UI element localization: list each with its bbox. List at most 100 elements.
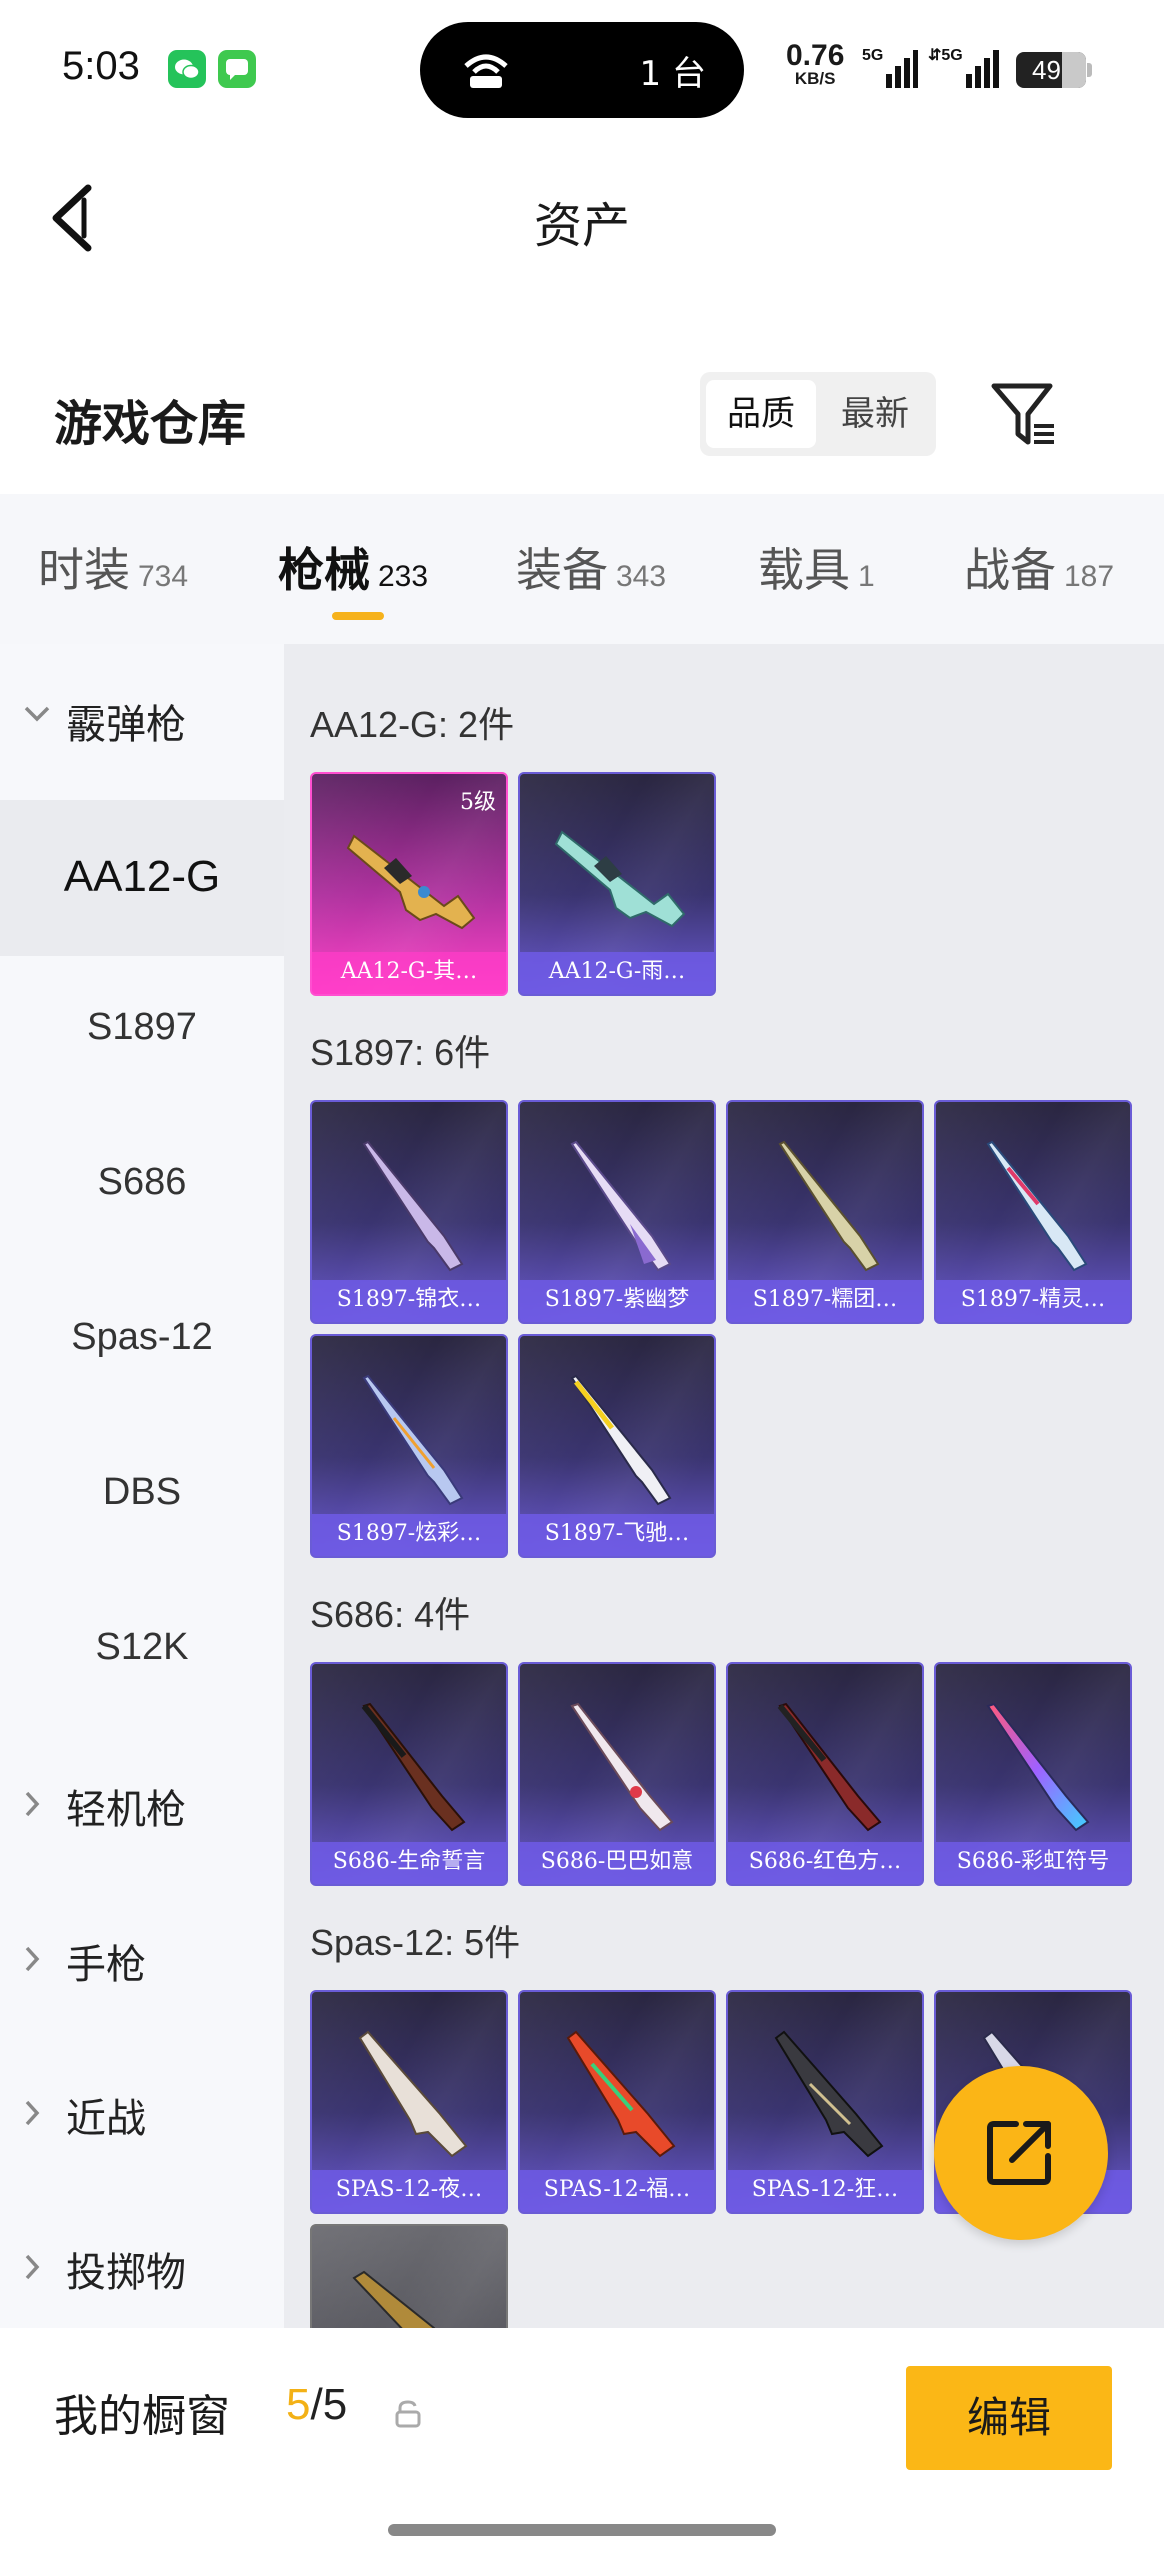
share-export-icon xyxy=(987,2121,1051,2185)
weapon-card[interactable]: SPAS-12-夜… xyxy=(310,1990,508,2214)
weapon-card[interactable]: S1897-紫幽梦 xyxy=(518,1100,716,1324)
chevron-right-icon xyxy=(25,1946,40,1972)
weapon-card[interactable]: SPAS-12-福… xyxy=(518,1990,716,2214)
tab-label: 装备 xyxy=(516,543,608,597)
shotgun-icon xyxy=(362,1140,464,1272)
shotgun-icon xyxy=(986,1140,1088,1272)
sidebar-group-label: 轻机枪 xyxy=(66,1787,186,1833)
sidebar-group-pistol[interactable]: 手枪 xyxy=(0,1884,284,2040)
shotgun-icon xyxy=(566,2030,676,2158)
tab-count: 1 xyxy=(858,560,875,593)
sidebar-group-label: 手枪 xyxy=(66,1942,146,1988)
weapon-card[interactable]: SPAS-12-狂… xyxy=(726,1990,924,2214)
signal-5g-icon-2: ⇵5G xyxy=(928,47,999,88)
page-title: 资产 xyxy=(533,198,630,254)
sidebar-group-throwables[interactable]: 投掷物 xyxy=(0,2192,284,2348)
section-title: Spas-12: 5件 xyxy=(310,1922,521,1963)
edit-button[interactable]: 编辑 xyxy=(906,2366,1112,2470)
battery-icon: 49 xyxy=(1016,52,1086,88)
showcase-current: 5 xyxy=(286,2380,311,2429)
shotgun-icon xyxy=(362,1374,464,1506)
sort-toggle: 品质 最新 xyxy=(700,372,936,456)
weapon-name: S686-生命誓言 xyxy=(312,1842,506,1884)
shotgun-icon xyxy=(777,1702,882,1832)
tab-label: 战备 xyxy=(964,543,1056,597)
sort-newest-button[interactable]: 最新 xyxy=(820,380,930,448)
sidebar-item-s12k[interactable]: S12K xyxy=(0,1574,284,1730)
weapon-name: AA12-G-其… xyxy=(312,952,506,994)
weapon-card[interactable]: S686-生命誓言 xyxy=(310,1662,508,1886)
tab-weapons[interactable]: 枪械 233 xyxy=(278,534,428,600)
weapon-name: S1897-紫幽梦 xyxy=(520,1280,714,1322)
sidebar-item-dbs[interactable]: DBS xyxy=(0,1419,284,1575)
weapon-card[interactable]: S1897-精灵… xyxy=(934,1100,1132,1324)
weapon-name: SPAS-12-夜… xyxy=(312,2170,506,2212)
weapon-name: S686-巴巴如意 xyxy=(520,1842,714,1884)
showcase-bar: 我的橱窗 5/5 编辑 xyxy=(0,2328,1164,2560)
sidebar-group-shotgun[interactable]: 霰弹枪 xyxy=(0,644,284,800)
home-indicator[interactable] xyxy=(388,2524,776,2536)
sidebar-item-label: S12K xyxy=(95,1626,189,1668)
sidebar-item-s1897[interactable]: S1897 xyxy=(0,954,284,1110)
status-bar: 5:03 1 台 0.76 KB/S 5G ⇵5G 49 xyxy=(0,0,1164,140)
chevron-right-icon xyxy=(25,2254,40,2280)
section-title: S1897: 6件 xyxy=(310,1032,491,1073)
weapon-card[interactable]: S686-彩虹符号 xyxy=(934,1662,1132,1886)
network-speed: 0.76 KB/S xyxy=(786,41,844,88)
tab-equipment[interactable]: 装备 343 xyxy=(516,534,666,600)
sidebar-group-lmg[interactable]: 轻机枪 xyxy=(0,1729,284,1885)
sidebar-item-label: Spas-12 xyxy=(71,1316,213,1358)
weapon-card[interactable]: AA12-G-雨… xyxy=(518,772,716,996)
weapon-card[interactable]: 5级 AA12-G-其… xyxy=(310,772,508,996)
battery-level: 49 xyxy=(1032,55,1061,85)
sidebar-item-aa12g[interactable]: AA12-G xyxy=(0,800,284,956)
warehouse-title: 游戏仓库 xyxy=(54,396,247,452)
share-button[interactable] xyxy=(934,2066,1108,2240)
filter-button[interactable] xyxy=(990,380,1060,450)
chevron-down-icon xyxy=(24,706,50,722)
lock-icon xyxy=(395,2400,421,2428)
weapon-name: S1897-飞驰… xyxy=(520,1514,714,1556)
sidebar-group-melee[interactable]: 近战 xyxy=(0,2038,284,2194)
sidebar-group-label: 投掷物 xyxy=(66,2250,186,2296)
shotgun-icon xyxy=(361,1702,466,1832)
shotgun-icon xyxy=(986,1702,1090,1832)
sidebar-item-spas12[interactable]: Spas-12 xyxy=(0,1264,284,1420)
weapon-type-sidebar: 霰弹枪 AA12-G S1897 S686 Spas-12 DBS S12K 轻… xyxy=(0,644,284,2328)
weapon-name: S686-红色方… xyxy=(728,1842,922,1884)
showcase-count: 5/5 xyxy=(286,2380,347,2430)
tab-label: 时装 xyxy=(38,543,130,597)
tab-count: 734 xyxy=(138,560,189,593)
weapon-card[interactable]: S1897-飞驰… xyxy=(518,1334,716,1558)
shotgun-icon xyxy=(570,1374,672,1506)
weapon-name: S1897-糯团… xyxy=(728,1280,922,1322)
tab-count: 343 xyxy=(616,560,667,593)
shotgun-icon xyxy=(358,2030,468,2158)
sidebar-item-s686[interactable]: S686 xyxy=(0,1109,284,1265)
weapon-name: S1897-炫彩… xyxy=(312,1514,506,1556)
showcase-label: 我的橱窗 xyxy=(54,2391,230,2442)
weapon-card[interactable]: S686-巴巴如意 xyxy=(518,1662,716,1886)
rifle-icon xyxy=(346,834,476,930)
tab-count: 187 xyxy=(1064,560,1115,593)
chevron-right-icon xyxy=(25,1791,40,1817)
chevron-right-icon xyxy=(25,2100,40,2126)
weapon-name: AA12-G-雨… xyxy=(520,952,714,994)
status-time: 5:03 xyxy=(62,44,140,88)
showcase-total: /5 xyxy=(310,2380,348,2429)
weapon-card[interactable]: S686-红色方… xyxy=(726,1662,924,1886)
hotspot-icon xyxy=(464,54,508,88)
section-title: S686: 4件 xyxy=(310,1594,471,1635)
weapon-card[interactable]: S1897-糯团… xyxy=(726,1100,924,1324)
tab-vehicles[interactable]: 载具 1 xyxy=(758,534,875,600)
weapon-name: SPAS-12-福… xyxy=(520,2170,714,2212)
network-speed-unit: KB/S xyxy=(794,69,836,88)
sort-quality-button[interactable]: 品质 xyxy=(706,380,816,448)
tab-supplies[interactable]: 战备 187 xyxy=(964,534,1114,600)
weapon-card[interactable]: S1897-炫彩… xyxy=(310,1334,508,1558)
weapon-card[interactable]: S1897-锦衣… xyxy=(310,1100,508,1324)
shotgun-icon xyxy=(774,2030,884,2158)
rifle-icon xyxy=(554,830,686,928)
weapon-card[interactable] xyxy=(310,2224,508,2328)
tab-fashion[interactable]: 时装 734 xyxy=(38,534,188,600)
